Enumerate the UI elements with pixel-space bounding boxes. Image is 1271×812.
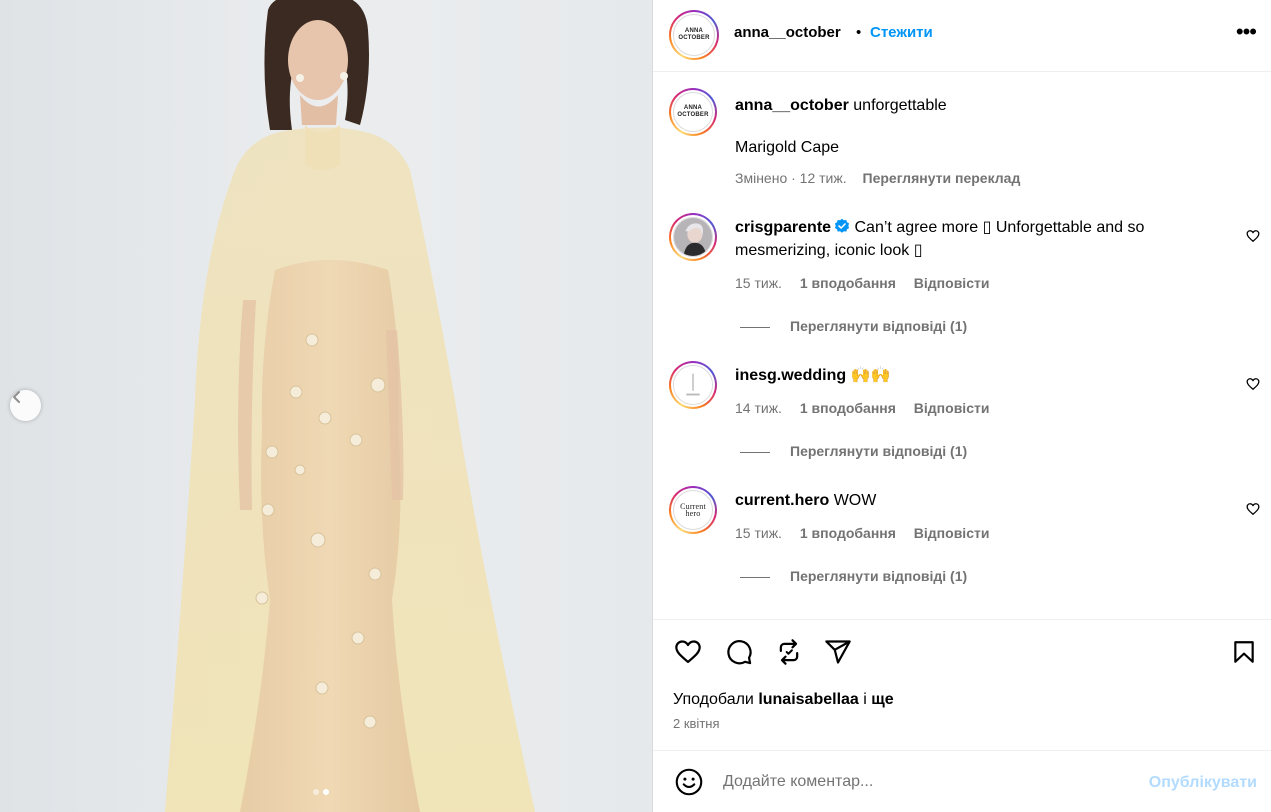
edited-time: Змінено · 12 тиж. <box>735 170 847 186</box>
comment-input[interactable] <box>723 770 1123 794</box>
like-heart-icon[interactable] <box>673 638 703 666</box>
comment-text: 🙌🙌 <box>850 367 891 384</box>
commenter-avatar[interactable] <box>669 213 717 261</box>
view-replies-button[interactable]: Переглянути відповіді (1) <box>740 443 967 459</box>
follow-button[interactable]: Стежити <box>870 24 933 41</box>
post-date[interactable]: 2 квітня <box>673 716 720 731</box>
view-replies-button[interactable]: Переглянути відповіді (1) <box>740 568 967 584</box>
comment-username[interactable]: current.hero <box>735 492 829 509</box>
bookmark-icon[interactable] <box>1231 638 1257 666</box>
view-replies-label: Переглянути відповіді (1) <box>790 443 968 459</box>
like-comment-heart-icon[interactable] <box>1246 377 1260 391</box>
divider-line <box>740 576 770 578</box>
commenter-avatar[interactable]: Current hero <box>669 486 717 534</box>
comment-meta: 14 тиж. 1 вподобання Відповісти <box>735 400 1003 416</box>
caption-text: unforgettable <box>853 97 947 114</box>
reply-button[interactable]: Відповісти <box>914 275 990 291</box>
comment-likes[interactable]: 1 вподобання <box>800 400 896 416</box>
chevron-left-icon <box>13 391 20 403</box>
author-username[interactable]: anna__october <box>734 24 841 41</box>
carousel-dot-active <box>323 789 329 795</box>
caption-meta: Змінено · 12 тиж. Переглянути переклад <box>735 170 1020 186</box>
comment-body: inesg.wedding 🙌🙌 <box>735 364 1215 387</box>
view-replies-label: Переглянути відповіді (1) <box>790 318 968 334</box>
publish-button[interactable]: Опублікувати <box>1149 774 1257 792</box>
avatar-text: ANNA <box>684 28 704 34</box>
comment-likes[interactable]: 1 вподобання <box>800 275 896 291</box>
comment-time: 15 тиж. <box>735 525 782 541</box>
avatar-text: Current hero <box>680 502 706 518</box>
commenter-avatar[interactable] <box>669 361 717 409</box>
profile-photo-icon <box>674 218 712 256</box>
likes-summary: Уподобали lunaisabellaa і ще <box>673 691 894 709</box>
comment-meta: 15 тиж. 1 вподобання Відповісти <box>735 525 1003 541</box>
avatar-text: OCTOBER <box>677 112 709 118</box>
comment-username[interactable]: inesg.wedding <box>735 367 846 384</box>
comment-body: current.hero WOW <box>735 489 1215 512</box>
comment-icon[interactable] <box>724 638 754 666</box>
comment-time: 15 тиж. <box>735 275 782 291</box>
divider-line <box>740 451 770 453</box>
reply-button[interactable]: Відповісти <box>914 400 990 416</box>
view-replies-label: Переглянути відповіді (1) <box>790 568 968 584</box>
divider-line <box>740 326 770 328</box>
caption-line2: Marigold Cape <box>735 139 840 156</box>
caption-username[interactable]: anna__october <box>735 97 849 114</box>
more-options-icon[interactable]: ••• <box>1236 21 1257 43</box>
likes-conjunction: і <box>863 691 867 708</box>
post-header: ANNA OCTOBER anna__october • Стежити ••• <box>653 0 1271 72</box>
like-comment-heart-icon[interactable] <box>1246 502 1260 516</box>
repost-icon[interactable] <box>774 638 804 666</box>
carousel-dots <box>313 789 329 795</box>
profile-logo-icon <box>674 366 712 404</box>
view-replies-button[interactable]: Переглянути відповіді (1) <box>740 318 967 334</box>
post-actions: Уподобали lunaisabellaa і ще 2 квітня <box>653 619 1271 750</box>
liked-by-others-link[interactable]: ще <box>871 691 893 708</box>
avatar-text: ANNA <box>683 105 703 111</box>
comment-username[interactable]: crisgparente <box>735 219 831 236</box>
comment-composer: Опублікувати <box>653 750 1271 812</box>
reply-button[interactable]: Відповісти <box>914 525 990 541</box>
comment-time: 14 тиж. <box>735 400 782 416</box>
carousel-prev-button[interactable] <box>10 390 41 421</box>
emoji-icon[interactable] <box>675 768 703 796</box>
comment-body: crisgparente Can’t agree more ▯ Unforget… <box>735 216 1215 262</box>
share-icon[interactable] <box>823 638 853 666</box>
see-translation-link[interactable]: Переглянути переклад <box>863 170 1021 186</box>
comment-likes[interactable]: 1 вподобання <box>800 525 896 541</box>
liked-by-user-link[interactable]: lunaisabellaa <box>758 691 859 708</box>
likes-prefix: Уподобали <box>673 691 754 708</box>
like-comment-heart-icon[interactable] <box>1246 229 1260 243</box>
verified-icon <box>834 218 850 233</box>
comment-meta: 15 тиж. 1 вподобання Відповісти <box>735 275 1003 291</box>
author-avatar[interactable]: ANNA OCTOBER <box>669 10 719 60</box>
comment-text: WOW <box>833 492 877 509</box>
carousel-dot <box>313 789 319 795</box>
separator: • <box>856 24 862 41</box>
post-side-panel: ANNA OCTOBER anna__october • Стежити •••… <box>652 0 1271 812</box>
avatar-text: OCTOBER <box>678 35 710 41</box>
caption: anna__october unforgettable <box>735 94 1215 117</box>
post-photo[interactable] <box>0 0 652 812</box>
model-photo-illustration <box>0 0 652 812</box>
caption-avatar[interactable]: ANNA OCTOBER <box>669 88 717 136</box>
